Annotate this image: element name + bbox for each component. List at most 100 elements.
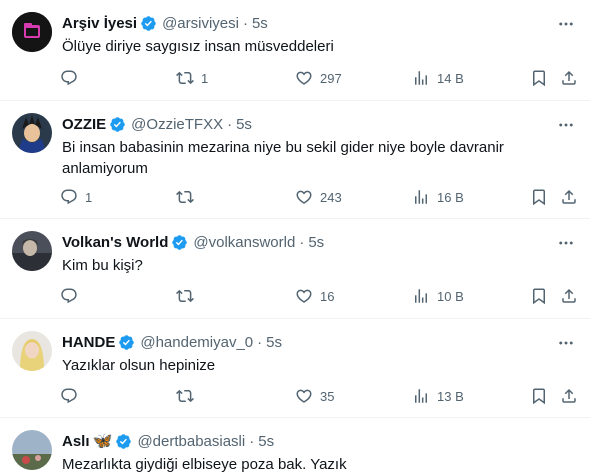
tweet-text: Kim bu kişi? bbox=[62, 257, 143, 274]
share-button[interactable] bbox=[560, 385, 578, 407]
views-button[interactable]: 10 B bbox=[412, 285, 464, 307]
tweet-actions: 16 10 B bbox=[60, 285, 585, 307]
reply-button[interactable] bbox=[60, 285, 85, 307]
author-handle[interactable]: @arsiviyesi bbox=[162, 15, 239, 32]
butterfly-emoji: 🦋 bbox=[92, 433, 113, 450]
bookmark-button[interactable] bbox=[530, 186, 548, 208]
views-count: 10 B bbox=[437, 288, 464, 304]
bookmark-icon bbox=[530, 69, 548, 87]
reply-icon bbox=[60, 387, 78, 405]
views-button[interactable]: 16 B bbox=[412, 186, 464, 208]
share-icon bbox=[560, 287, 578, 305]
author-name[interactable]: Volkan's World bbox=[62, 234, 168, 251]
share-icon bbox=[560, 69, 578, 87]
verified-badge-icon bbox=[109, 116, 126, 133]
author-name[interactable]: OZZIE bbox=[62, 116, 106, 133]
like-count: 297 bbox=[320, 70, 342, 86]
tweet-header: Volkan's World @volkansworld · 5s bbox=[62, 232, 324, 252]
share-button[interactable] bbox=[560, 186, 578, 208]
retweet-icon bbox=[176, 69, 194, 87]
tweet-text: Bi insan babasinin mezarina niye bu seki… bbox=[62, 139, 504, 177]
views-count: 13 B bbox=[437, 388, 464, 404]
like-button[interactable]: 16 bbox=[295, 285, 334, 307]
retweet-icon bbox=[176, 387, 194, 405]
avatar[interactable] bbox=[12, 331, 52, 371]
author-name[interactable]: Aslı bbox=[62, 433, 90, 450]
tweet-volkansworld[interactable]: Volkan's World @volkansworld · 5s Kim bu… bbox=[0, 219, 590, 319]
author-name[interactable]: HANDE bbox=[62, 334, 115, 351]
more-icon[interactable] bbox=[556, 333, 576, 353]
tweet-header: Aslı 🦋 @dertbabasiasli · 5s bbox=[62, 431, 274, 451]
reply-icon bbox=[60, 287, 78, 305]
author-handle[interactable]: @OzzieTFXX bbox=[131, 116, 223, 133]
retweet-button[interactable] bbox=[176, 186, 201, 208]
bookmark-icon bbox=[530, 387, 548, 405]
tweet-actions: 35 13 B bbox=[60, 385, 585, 407]
like-button[interactable]: 243 bbox=[295, 186, 342, 208]
bookmark-button[interactable] bbox=[530, 285, 548, 307]
bookmark-button[interactable] bbox=[530, 385, 548, 407]
author-handle[interactable]: @handemiyav_0 bbox=[140, 334, 253, 351]
retweet-icon bbox=[176, 287, 194, 305]
views-button[interactable]: 13 B bbox=[412, 385, 464, 407]
tweet-time[interactable]: 5s bbox=[266, 334, 282, 351]
like-count: 16 bbox=[320, 288, 335, 304]
reply-button[interactable] bbox=[60, 67, 85, 89]
like-icon bbox=[295, 287, 313, 305]
reply-icon bbox=[60, 69, 78, 87]
tweet-time[interactable]: 5s bbox=[252, 15, 268, 32]
tweet-arsiviyesi[interactable]: Arşiv İyesi @arsiviyesi · 5s Ölüye diriy… bbox=[0, 0, 590, 101]
like-button[interactable]: 297 bbox=[295, 67, 342, 89]
avatar[interactable] bbox=[12, 113, 52, 153]
reply-button[interactable] bbox=[60, 385, 85, 407]
retweet-button[interactable] bbox=[176, 385, 201, 407]
verified-badge-icon bbox=[140, 15, 157, 32]
like-button[interactable]: 35 bbox=[295, 385, 334, 407]
verified-badge-icon bbox=[115, 433, 132, 450]
retweet-count: 1 bbox=[201, 70, 209, 86]
bookmark-button[interactable] bbox=[530, 67, 548, 89]
views-button[interactable]: 14 B bbox=[412, 67, 464, 89]
like-count: 35 bbox=[320, 388, 335, 404]
reply-button[interactable]: 1 bbox=[60, 186, 92, 208]
tweet-feed: Arşiv İyesi @arsiviyesi · 5s Ölüye diriy… bbox=[0, 0, 590, 473]
views-icon bbox=[412, 188, 430, 206]
tweet-text: Ölüye diriye saygısız insan müsveddeleri bbox=[62, 38, 334, 55]
tweet-dertbabasiasli[interactable]: Aslı 🦋 @dertbabasiasli · 5s Mezarlıkta g… bbox=[0, 418, 590, 473]
views-icon bbox=[412, 69, 430, 87]
tweet-header: Arşiv İyesi @arsiviyesi · 5s bbox=[62, 13, 268, 33]
tweet-header: OZZIE @OzzieTFXX · 5s bbox=[62, 114, 252, 134]
author-handle[interactable]: @dertbabasiasli bbox=[137, 433, 245, 450]
retweet-icon bbox=[176, 188, 194, 206]
like-icon bbox=[295, 69, 313, 87]
like-icon bbox=[295, 188, 313, 206]
author-name[interactable]: Arşiv İyesi bbox=[62, 15, 137, 32]
share-button[interactable] bbox=[560, 285, 578, 307]
retweet-button[interactable] bbox=[176, 285, 201, 307]
avatar[interactable] bbox=[12, 430, 52, 470]
verified-badge-icon bbox=[171, 234, 188, 251]
verified-badge-icon bbox=[118, 334, 135, 351]
views-icon bbox=[412, 287, 430, 305]
share-icon bbox=[560, 387, 578, 405]
tweet-actions: 1 243 16 B bbox=[60, 186, 585, 208]
more-icon[interactable] bbox=[556, 233, 576, 253]
share-button[interactable] bbox=[560, 67, 578, 89]
like-icon bbox=[295, 387, 313, 405]
tweet-time[interactable]: 5s bbox=[258, 433, 274, 450]
tweet-ozzie[interactable]: OZZIE @OzzieTFXX · 5s Bi insan babasinin… bbox=[0, 101, 590, 219]
more-icon[interactable] bbox=[556, 14, 576, 34]
more-icon[interactable] bbox=[556, 115, 576, 135]
avatar[interactable] bbox=[12, 12, 52, 52]
like-count: 243 bbox=[320, 189, 342, 205]
retweet-button[interactable]: 1 bbox=[176, 67, 208, 89]
views-icon bbox=[412, 387, 430, 405]
author-handle[interactable]: @volkansworld bbox=[193, 234, 295, 251]
avatar[interactable] bbox=[12, 231, 52, 271]
reply-count: 1 bbox=[85, 189, 93, 205]
tweet-handemiyav[interactable]: HANDE @handemiyav_0 · 5s Yazıklar olsun … bbox=[0, 319, 590, 418]
views-count: 16 B bbox=[437, 189, 464, 205]
bookmark-icon bbox=[530, 287, 548, 305]
tweet-time[interactable]: 5s bbox=[236, 116, 252, 133]
tweet-time[interactable]: 5s bbox=[308, 234, 324, 251]
